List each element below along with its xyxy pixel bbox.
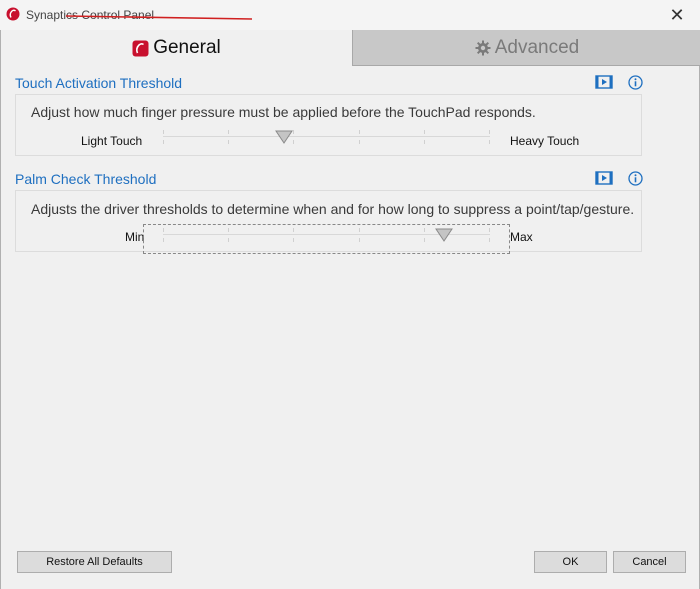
slider-tick (293, 228, 294, 232)
touch-threshold-min-label: Light Touch (81, 134, 143, 148)
slider-tick (359, 140, 360, 144)
slider-tick (424, 140, 425, 144)
slider-tick (359, 238, 360, 242)
tab-advanced-label: Advanced (494, 36, 580, 58)
palm-check-max-label: Max (510, 230, 533, 244)
palm-check-slider[interactable] (163, 228, 490, 242)
slider-thumb[interactable] (275, 130, 293, 144)
slider-tick (359, 228, 360, 232)
gear-icon (475, 40, 491, 56)
slider-tick (228, 238, 229, 242)
slider-tick (163, 130, 164, 134)
slider-tick (293, 130, 294, 134)
slider-tick (228, 130, 229, 134)
close-button[interactable]: ✕ (654, 0, 700, 30)
tab-advanced[interactable]: Advanced (352, 30, 700, 66)
slider-tick (424, 238, 425, 242)
touch-threshold-description: Adjust how much finger pressure must be … (31, 104, 536, 120)
slider-tick (293, 238, 294, 242)
touch-threshold-slider[interactable] (163, 130, 490, 144)
slider-tick (163, 238, 164, 242)
ok-button[interactable]: OK (534, 551, 607, 573)
slider-tick (293, 140, 294, 144)
slider-thumb[interactable] (435, 228, 453, 242)
palm-check-min-label: Min (125, 230, 145, 244)
slider-tick (228, 228, 229, 232)
slider-tick (489, 130, 490, 134)
slider-tick (228, 140, 229, 144)
info-icon[interactable] (626, 73, 644, 91)
red-strike-annotation (66, 15, 252, 20)
slider-tick (489, 238, 490, 242)
video-demo-icon[interactable] (595, 169, 613, 187)
palm-check-title: Palm Check Threshold (15, 171, 157, 187)
synaptics-logo-icon (132, 40, 149, 57)
synaptics-logo-icon (6, 7, 20, 21)
restore-defaults-button[interactable]: Restore All Defaults (17, 551, 172, 573)
info-icon[interactable] (626, 169, 644, 187)
tab-general-label: General (153, 37, 221, 58)
touch-threshold-max-label: Heavy Touch (510, 134, 580, 148)
cancel-button[interactable]: Cancel (613, 551, 686, 573)
slider-tick (424, 228, 425, 232)
slider-tick (359, 130, 360, 134)
dialog-body: General Advanced Touch Activation Thresh… (0, 30, 700, 589)
title-bar: Synaptics Control Panel ✕ (0, 0, 700, 31)
slider-tick (163, 228, 164, 232)
touch-threshold-title: Touch Activation Threshold (15, 75, 183, 91)
tab-general[interactable]: General (1, 30, 352, 66)
slider-tick (424, 130, 425, 134)
slider-rail (163, 136, 490, 137)
slider-tick (489, 140, 490, 144)
palm-check-description: Adjusts the driver thresholds to determi… (31, 201, 635, 217)
slider-tick (489, 228, 490, 232)
video-demo-icon[interactable] (595, 73, 613, 91)
slider-tick (163, 140, 164, 144)
